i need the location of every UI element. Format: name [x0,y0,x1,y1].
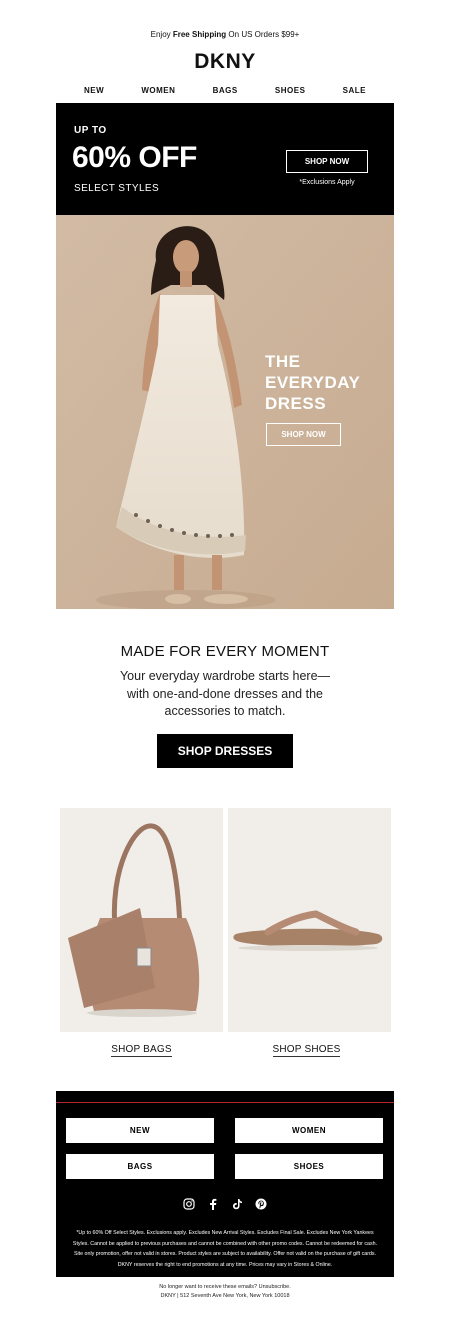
promo-headline: 60% OFF [72,141,197,174]
footer-button-new[interactable]: NEW [66,1118,214,1143]
product-tile-bags[interactable] [60,808,223,1032]
dkny-logo[interactable]: DKNY [0,50,450,74]
shop-dresses-button[interactable]: SHOP DRESSES [157,734,293,768]
footer-button-women[interactable]: WOMEN [235,1118,383,1143]
footer-divider [56,1102,394,1103]
shipping-banner: Enjoy Free Shipping On US Orders $99+ [150,30,300,39]
section-title: MADE FOR EVERY MOMENT [120,643,330,660]
unsubscribe-link[interactable]: No longer want to receive these emails? … [0,1283,450,1292]
promo-banner[interactable]: UP TO 60% OFF SELECT STYLES SHOP NOW *Ex… [56,103,394,215]
hero-shop-now-button[interactable]: SHOP NOW [266,423,341,446]
promo-shop-now-button[interactable]: SHOP NOW [286,150,368,173]
hero-headline: THE EVERYDAY DRESS [265,352,361,413]
sandal-image [228,808,391,1032]
social-links [56,1197,394,1210]
promo-exclusions-note: *Exclusions Apply [299,179,355,186]
pinterest-icon[interactable] [255,1197,267,1210]
product-tile-shoes[interactable] [228,808,391,1032]
company-address: DKNY | 512 Seventh Ave New York, New Yor… [160,1293,290,1299]
footer-button-shoes[interactable]: SHOES [235,1154,383,1179]
nav-item-sale[interactable]: SALE [343,86,366,95]
nav-item-bags[interactable]: BAGS [213,86,238,95]
shop-shoes-link[interactable]: SHOP SHOES [225,1044,388,1057]
nav-item-new[interactable]: NEW [84,86,104,95]
shop-bags-link[interactable]: SHOP BAGS [60,1044,223,1057]
bottom-info: No longer want to receive these emails? … [0,1283,450,1301]
footer-button-bags[interactable]: BAGS [66,1154,214,1179]
facebook-icon[interactable] [207,1197,219,1210]
tiktok-icon[interactable] [231,1197,243,1210]
hero-banner[interactable]: THE EVERYDAY DRESS SHOP NOW [56,215,394,609]
bag-image [60,808,223,1032]
nav-item-shoes[interactable]: SHOES [275,86,306,95]
instagram-icon[interactable] [183,1197,195,1210]
footer: NEW WOMEN BAGS SHOES *Up to 60% Off Sele… [56,1091,394,1277]
promo-up-to: UP TO [74,125,107,136]
section-body: Your everyday wardrobe starts here—with … [119,669,331,718]
promo-subline: SELECT STYLES [74,183,160,194]
nav-item-women[interactable]: WOMEN [141,86,175,95]
footer-disclaimer: *Up to 60% Off Select Styles. Exclusions… [72,1230,378,1268]
main-nav: NEW WOMEN BAGS SHOES SALE [56,86,394,95]
